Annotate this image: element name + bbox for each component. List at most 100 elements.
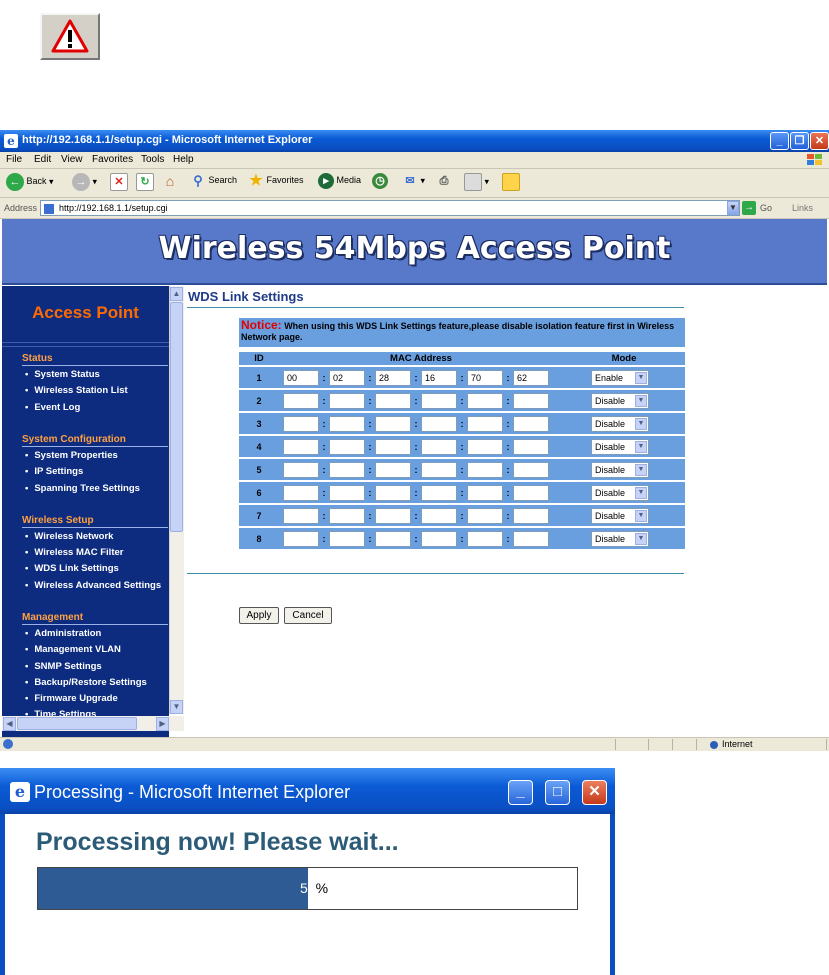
scroll-left-arrow-icon[interactable]: ◀ [3,717,16,731]
mac-octet-input[interactable] [513,392,549,409]
sidebar-item-administration[interactable]: Administration [25,628,101,639]
menu-tools[interactable]: Tools [141,154,164,165]
dialog-maximize-button[interactable]: □ [545,780,570,805]
mac-octet-input[interactable] [375,415,411,432]
media-button[interactable]: ▸ Media [318,173,361,189]
mac-octet-input[interactable] [283,438,319,455]
mac-octet-input[interactable] [283,507,319,524]
address-dropdown-button[interactable]: ▼ [727,201,739,215]
menu-help[interactable]: Help [173,154,194,165]
mode-select[interactable]: Disable ▼ [591,415,649,432]
mac-octet-input[interactable]: 00 [283,369,319,386]
chevron-down-icon[interactable]: ▼ [635,463,647,476]
chevron-down-icon[interactable]: ▼ [635,509,647,522]
mac-octet-input[interactable] [329,438,365,455]
mode-select[interactable]: Disable ▼ [591,461,649,478]
sidebar-item-firmware-upgrade[interactable]: Firmware Upgrade [25,693,117,704]
mac-octet-input[interactable] [421,530,457,547]
mode-select[interactable]: Disable ▼ [591,484,649,501]
print-button[interactable]: ⎙ [436,173,452,189]
mac-octet-input[interactable] [375,392,411,409]
forward-button[interactable]: → ▾ [72,173,97,191]
mac-octet-input[interactable] [375,530,411,547]
menu-favorites[interactable]: Favorites [92,154,133,165]
mac-octet-input[interactable] [283,415,319,432]
scrollbar-thumb[interactable] [170,302,183,532]
mac-octet-input[interactable] [283,530,319,547]
scroll-up-arrow-icon[interactable]: ▲ [170,287,183,301]
cancel-button[interactable]: Cancel [284,607,332,624]
mode-select[interactable]: Disable ▼ [591,507,649,524]
mac-octet-input[interactable] [513,484,549,501]
mac-octet-input[interactable]: 02 [329,369,365,386]
sidebar-item-spanning-tree-settings[interactable]: Spanning Tree Settings [25,483,140,494]
mac-octet-input[interactable] [329,484,365,501]
address-input[interactable]: http://192.168.1.1/setup.cgi [40,200,740,216]
go-arrow-icon[interactable]: → [742,201,756,215]
mac-octet-input[interactable] [513,530,549,547]
back-button[interactable]: ← Back ▾ [6,173,54,191]
mac-octet-input[interactable] [329,415,365,432]
mac-octet-input[interactable] [467,484,503,501]
mac-octet-input[interactable] [329,392,365,409]
mac-octet-input[interactable] [513,507,549,524]
mac-octet-input[interactable] [467,438,503,455]
horizontal-scrollbar-thumb[interactable] [17,717,137,730]
edit-button[interactable]: ▾ [464,173,489,191]
mac-octet-input[interactable] [283,392,319,409]
chevron-down-icon[interactable]: ▼ [635,486,647,499]
mac-octet-input[interactable] [513,415,549,432]
sidebar-item-snmp-settings[interactable]: SNMP Settings [25,661,101,672]
sidebar-item-wireless-mac-filter[interactable]: Wireless MAC Filter [25,547,123,558]
mac-octet-input[interactable] [467,415,503,432]
sidebar-item-backup-restore-settings[interactable]: Backup/Restore Settings [25,677,146,688]
go-button[interactable]: Go [760,203,772,213]
mac-octet-input[interactable] [421,507,457,524]
mac-octet-input[interactable] [513,461,549,478]
chevron-down-icon[interactable]: ▼ [635,394,647,407]
menu-view[interactable]: View [61,154,83,165]
mac-octet-input[interactable] [421,461,457,478]
dialog-minimize-button[interactable]: _ [508,780,533,805]
chevron-down-icon[interactable]: ▼ [635,417,647,430]
mac-octet-input[interactable] [375,438,411,455]
sidebar-item-management-vlan[interactable]: Management VLAN [25,644,121,655]
mac-octet-input[interactable] [467,530,503,547]
mac-octet-input[interactable] [329,530,365,547]
mac-octet-input[interactable] [421,438,457,455]
restore-button[interactable]: ❐ [790,132,809,150]
mode-select[interactable]: Disable ▼ [591,530,649,547]
sidebar-item-wireless-station-list[interactable]: Wireless Station List [25,385,127,396]
home-button[interactable]: ⌂ [162,173,178,189]
stop-button[interactable]: ✕ [110,173,128,191]
sidebar-item-wds-link-settings[interactable]: WDS Link Settings [25,563,118,574]
mac-octet-input[interactable] [467,392,503,409]
minimize-button[interactable]: _ [770,132,789,150]
scroll-down-arrow-icon[interactable]: ▼ [170,700,183,714]
chevron-down-icon[interactable]: ▼ [635,532,647,545]
scroll-right-arrow-icon[interactable]: ▶ [156,717,169,731]
menu-edit[interactable]: Edit [34,154,51,165]
chevron-down-icon[interactable]: ▼ [635,371,647,384]
mac-octet-input[interactable] [329,461,365,478]
dialog-close-button[interactable]: ✕ [582,780,607,805]
sidebar-item-ip-settings[interactable]: IP Settings [25,466,83,477]
mac-octet-input[interactable] [467,507,503,524]
close-button[interactable]: ✕ [810,132,829,150]
mode-select[interactable]: Disable ▼ [591,392,649,409]
sidebar-item-system-properties[interactable]: System Properties [25,450,117,461]
mac-octet-input[interactable]: 70 [467,369,503,386]
chevron-down-icon[interactable]: ▼ [635,440,647,453]
messenger-button[interactable] [502,173,520,191]
sidebar-item-event-log[interactable]: Event Log [25,402,80,413]
history-button[interactable]: ◷ [372,173,388,189]
mode-select[interactable]: Enable ▼ [591,369,649,386]
mail-button[interactable]: ✉ ▾ [402,173,425,189]
mac-octet-input[interactable] [421,415,457,432]
mac-octet-input[interactable]: 62 [513,369,549,386]
mac-octet-input[interactable] [375,461,411,478]
mac-octet-input[interactable] [375,507,411,524]
mac-octet-input[interactable] [513,438,549,455]
mac-octet-input[interactable] [375,484,411,501]
apply-button[interactable]: Apply [239,607,279,624]
